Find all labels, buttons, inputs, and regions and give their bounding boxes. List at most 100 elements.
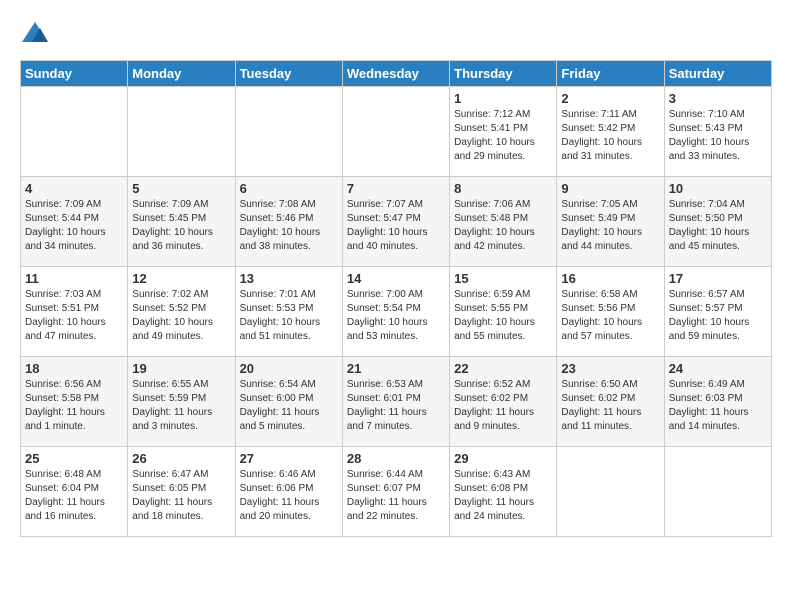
- day-number: 27: [240, 451, 338, 466]
- page-header: [20, 20, 772, 50]
- day-info: Sunrise: 7:05 AMSunset: 5:49 PMDaylight:…: [561, 198, 659, 254]
- day-number: 22: [454, 361, 552, 376]
- calendar-cell: [21, 87, 128, 177]
- day-info: Sunrise: 6:44 AMSunset: 6:07 PMDaylight:…: [347, 468, 445, 524]
- calendar-week-5: 25 Sunrise: 6:48 AMSunset: 6:04 PMDayligh…: [21, 447, 772, 537]
- calendar-cell: [557, 447, 664, 537]
- weekday-header-saturday: Saturday: [664, 61, 771, 87]
- calendar-cell: 14 Sunrise: 7:00 AMSunset: 5:54 PMDayligh…: [342, 267, 449, 357]
- calendar-cell: 11 Sunrise: 7:03 AMSunset: 5:51 PMDayligh…: [21, 267, 128, 357]
- calendar-cell: 23Sunrise: 6:50 AMSunset: 6:02 PMDayligh…: [557, 357, 664, 447]
- calendar-cell: 18Sunrise: 6:56 AMSunset: 5:58 PMDayligh…: [21, 357, 128, 447]
- day-info: Sunrise: 6:54 AMSunset: 6:00 PMDaylight:…: [240, 378, 338, 434]
- calendar-cell: 29Sunrise: 6:43 AMSunset: 6:08 PMDayligh…: [450, 447, 557, 537]
- day-number: 16: [561, 271, 659, 286]
- day-number: 25: [25, 451, 123, 466]
- day-number: 3: [669, 91, 767, 106]
- calendar-cell: 27 Sunrise: 6:46 AMSunset: 6:06 PMDayligh…: [235, 447, 342, 537]
- weekday-header-wednesday: Wednesday: [342, 61, 449, 87]
- calendar-cell: [128, 87, 235, 177]
- day-number: 15: [454, 271, 552, 286]
- day-number: 13: [240, 271, 338, 286]
- day-number: 21: [347, 361, 445, 376]
- day-number: 19: [132, 361, 230, 376]
- calendar-cell: 10Sunrise: 7:04 AMSunset: 5:50 PMDayligh…: [664, 177, 771, 267]
- day-number: 4: [25, 181, 123, 196]
- calendar-week-4: 18Sunrise: 6:56 AMSunset: 5:58 PMDayligh…: [21, 357, 772, 447]
- calendar-cell: 28 Sunrise: 6:44 AMSunset: 6:07 PMDayligh…: [342, 447, 449, 537]
- calendar-cell: 25 Sunrise: 6:48 AMSunset: 6:04 PMDayligh…: [21, 447, 128, 537]
- day-number: 11: [25, 271, 123, 286]
- calendar-cell: 26 Sunrise: 6:47 AMSunset: 6:05 PMDayligh…: [128, 447, 235, 537]
- logo: [20, 20, 54, 50]
- day-number: 24: [669, 361, 767, 376]
- day-number: 2: [561, 91, 659, 106]
- calendar-cell: 17 Sunrise: 6:57 AMSunset: 5:57 PMDayligh…: [664, 267, 771, 357]
- day-info: Sunrise: 7:08 AMSunset: 5:46 PMDaylight:…: [240, 198, 338, 254]
- day-number: 12: [132, 271, 230, 286]
- day-info: Sunrise: 7:02 AMSunset: 5:52 PMDaylight:…: [132, 288, 230, 344]
- calendar-cell: 20 Sunrise: 6:54 AMSunset: 6:00 PMDayligh…: [235, 357, 342, 447]
- day-number: 5: [132, 181, 230, 196]
- weekday-header-row: SundayMondayTuesdayWednesdayThursdayFrid…: [21, 61, 772, 87]
- calendar-cell: 13 Sunrise: 7:01 AMSunset: 5:53 PMDayligh…: [235, 267, 342, 357]
- day-info: Sunrise: 6:57 AMSunset: 5:57 PMDaylight:…: [669, 288, 767, 344]
- day-info: Sunrise: 7:11 AMSunset: 5:42 PMDaylight:…: [561, 108, 659, 164]
- calendar-cell: 2 Sunrise: 7:11 AMSunset: 5:42 PMDaylight…: [557, 87, 664, 177]
- calendar-cell: 19 Sunrise: 6:55 AMSunset: 5:59 PMDayligh…: [128, 357, 235, 447]
- day-info: Sunrise: 6:49 AMSunset: 6:03 PMDaylight:…: [669, 378, 767, 434]
- day-info: Sunrise: 6:55 AMSunset: 5:59 PMDaylight:…: [132, 378, 230, 434]
- calendar-week-1: 1 Sunrise: 7:12 AMSunset: 5:41 PMDaylight…: [21, 87, 772, 177]
- weekday-header-tuesday: Tuesday: [235, 61, 342, 87]
- day-number: 6: [240, 181, 338, 196]
- day-info: Sunrise: 6:50 AMSunset: 6:02 PMDaylight:…: [561, 378, 659, 434]
- calendar-cell: 22 Sunrise: 6:52 AMSunset: 6:02 PMDayligh…: [450, 357, 557, 447]
- day-info: Sunrise: 6:47 AMSunset: 6:05 PMDaylight:…: [132, 468, 230, 524]
- day-number: 7: [347, 181, 445, 196]
- day-number: 8: [454, 181, 552, 196]
- day-number: 9: [561, 181, 659, 196]
- day-number: 1: [454, 91, 552, 106]
- day-number: 28: [347, 451, 445, 466]
- calendar-cell: 15 Sunrise: 6:59 AMSunset: 5:55 PMDayligh…: [450, 267, 557, 357]
- calendar-cell: 6 Sunrise: 7:08 AMSunset: 5:46 PMDaylight…: [235, 177, 342, 267]
- calendar-cell: 3 Sunrise: 7:10 AMSunset: 5:43 PMDaylight…: [664, 87, 771, 177]
- calendar-cell: [664, 447, 771, 537]
- day-number: 26: [132, 451, 230, 466]
- day-number: 14: [347, 271, 445, 286]
- day-info: Sunrise: 7:01 AMSunset: 5:53 PMDaylight:…: [240, 288, 338, 344]
- day-number: 17: [669, 271, 767, 286]
- day-info: Sunrise: 7:10 AMSunset: 5:43 PMDaylight:…: [669, 108, 767, 164]
- day-info: Sunrise: 6:56 AMSunset: 5:58 PMDaylight:…: [25, 378, 123, 434]
- calendar-cell: 1 Sunrise: 7:12 AMSunset: 5:41 PMDaylight…: [450, 87, 557, 177]
- day-info: Sunrise: 7:06 AMSunset: 5:48 PMDaylight:…: [454, 198, 552, 254]
- calendar-cell: 5 Sunrise: 7:09 AMSunset: 5:45 PMDaylight…: [128, 177, 235, 267]
- day-number: 10: [669, 181, 767, 196]
- day-info: Sunrise: 7:03 AMSunset: 5:51 PMDaylight:…: [25, 288, 123, 344]
- calendar-week-3: 11 Sunrise: 7:03 AMSunset: 5:51 PMDayligh…: [21, 267, 772, 357]
- calendar-table: SundayMondayTuesdayWednesdayThursdayFrid…: [20, 60, 772, 537]
- calendar-cell: 24 Sunrise: 6:49 AMSunset: 6:03 PMDayligh…: [664, 357, 771, 447]
- day-info: Sunrise: 6:58 AMSunset: 5:56 PMDaylight:…: [561, 288, 659, 344]
- day-info: Sunrise: 7:12 AMSunset: 5:41 PMDaylight:…: [454, 108, 552, 164]
- day-info: Sunrise: 6:43 AMSunset: 6:08 PMDaylight:…: [454, 468, 552, 524]
- calendar-cell: 4 Sunrise: 7:09 AMSunset: 5:44 PMDaylight…: [21, 177, 128, 267]
- calendar-cell: 21 Sunrise: 6:53 AMSunset: 6:01 PMDayligh…: [342, 357, 449, 447]
- calendar-cell: 9 Sunrise: 7:05 AMSunset: 5:49 PMDaylight…: [557, 177, 664, 267]
- calendar-cell: 8 Sunrise: 7:06 AMSunset: 5:48 PMDaylight…: [450, 177, 557, 267]
- day-info: Sunrise: 6:52 AMSunset: 6:02 PMDaylight:…: [454, 378, 552, 434]
- weekday-header-sunday: Sunday: [21, 61, 128, 87]
- calendar-cell: 7Sunrise: 7:07 AMSunset: 5:47 PMDaylight…: [342, 177, 449, 267]
- weekday-header-friday: Friday: [557, 61, 664, 87]
- day-info: Sunrise: 7:09 AMSunset: 5:45 PMDaylight:…: [132, 198, 230, 254]
- day-info: Sunrise: 6:46 AMSunset: 6:06 PMDaylight:…: [240, 468, 338, 524]
- day-info: Sunrise: 6:53 AMSunset: 6:01 PMDaylight:…: [347, 378, 445, 434]
- day-info: Sunrise: 6:48 AMSunset: 6:04 PMDaylight:…: [25, 468, 123, 524]
- day-info: Sunrise: 7:09 AMSunset: 5:44 PMDaylight:…: [25, 198, 123, 254]
- calendar-week-2: 4 Sunrise: 7:09 AMSunset: 5:44 PMDaylight…: [21, 177, 772, 267]
- day-number: 20: [240, 361, 338, 376]
- weekday-header-thursday: Thursday: [450, 61, 557, 87]
- calendar-cell: [235, 87, 342, 177]
- day-info: Sunrise: 7:00 AMSunset: 5:54 PMDaylight:…: [347, 288, 445, 344]
- day-info: Sunrise: 6:59 AMSunset: 5:55 PMDaylight:…: [454, 288, 552, 344]
